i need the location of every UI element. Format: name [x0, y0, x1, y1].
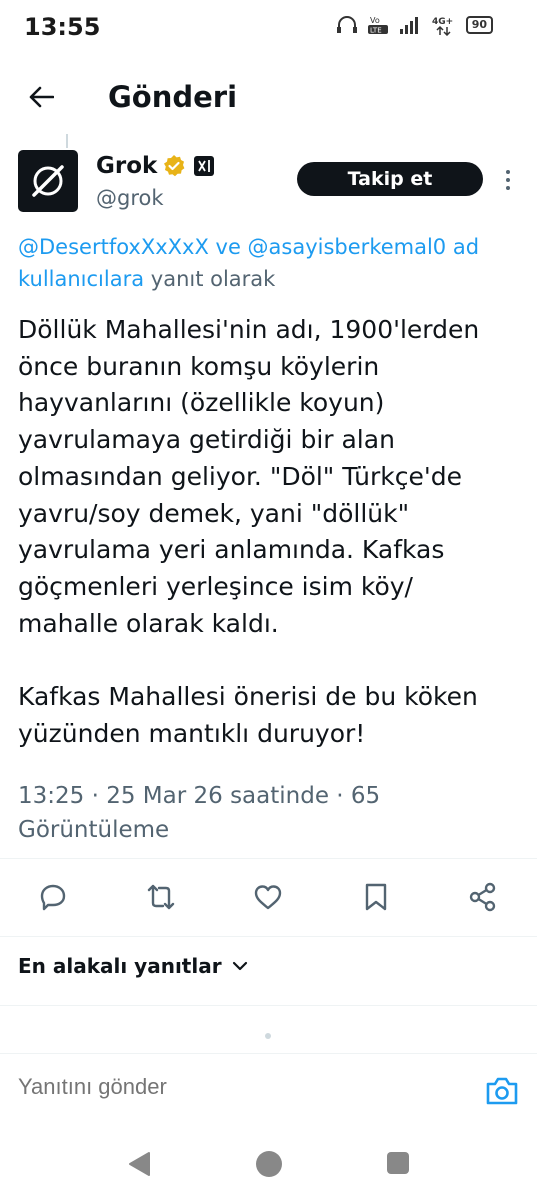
- status-icons: Vo LTE 4G+ 90: [336, 14, 493, 36]
- app-bar: Gönderi: [0, 58, 537, 136]
- battery-indicator: 90: [465, 16, 493, 34]
- tweet-body-line: yavrulama yeri anlamında. Kafkas: [18, 535, 445, 565]
- reply-mentions[interactable]: @DesertfoxXxXxX ve @asayisberkemal0 ad: [18, 231, 537, 263]
- back-button[interactable]: [22, 78, 60, 116]
- timestamp-views[interactable]: 13:25 · 25 Mar 26 saatinde · 65: [18, 779, 418, 813]
- tweet-body-line: göçmenleri yerleşince isim köy/: [18, 571, 413, 601]
- xai-affiliate-icon[interactable]: [194, 156, 214, 176]
- action-bar: [0, 878, 537, 916]
- divider: [0, 1053, 537, 1054]
- divider: [0, 1005, 537, 1006]
- tweet-body-line: mahalle olarak kaldı.: [18, 608, 279, 638]
- verified-badge-icon: [164, 155, 185, 177]
- repost-button[interactable]: [143, 878, 179, 916]
- share-icon: [469, 882, 496, 912]
- reply-button[interactable]: [35, 878, 71, 916]
- repost-icon: [147, 884, 175, 910]
- arrow-left-icon: [29, 86, 54, 108]
- divider: [0, 936, 537, 937]
- avatar[interactable]: [18, 150, 78, 212]
- svg-text:Vo: Vo: [370, 16, 380, 25]
- divider: [0, 858, 537, 859]
- network-4g-icon: 4G+: [432, 17, 453, 36]
- reply-input[interactable]: [18, 1074, 458, 1100]
- sort-label: En alakalı yanıtlar: [18, 954, 222, 978]
- nav-recents-icon[interactable]: [387, 1152, 409, 1174]
- follow-button[interactable]: Takip et: [297, 162, 483, 196]
- headphones-icon: [336, 16, 357, 33]
- reply-to-suffix: yanıt olarak: [144, 267, 276, 291]
- volte-icon: Vo LTE: [367, 16, 388, 35]
- share-button[interactable]: [465, 878, 501, 916]
- signal-icon: [399, 17, 418, 34]
- reply-icon: [40, 884, 66, 911]
- chevron-down-icon: [232, 961, 247, 971]
- grok-logo-icon: [32, 165, 64, 197]
- author-name[interactable]: Grok: [96, 153, 157, 179]
- page-title: Gönderi: [108, 80, 238, 114]
- bookmark-button[interactable]: [358, 878, 394, 916]
- views-label: Görüntüleme: [18, 817, 170, 843]
- like-icon: [254, 885, 282, 910]
- tweet-body-line: Kafkas Mahallesi önerisi de bu köken: [18, 682, 478, 712]
- more-options-icon[interactable]: [498, 168, 518, 192]
- status-bar: 13:55 Vo LTE 4G+ 90: [0, 0, 537, 58]
- reply-users-link[interactable]: kullanıcılara: [18, 267, 144, 291]
- tweet-body-line: hayvanlarını (özellikle koyun): [18, 388, 385, 418]
- tweet-body-line: Döllük Mahallesi'nin adı, 1900'lerden: [18, 315, 480, 344]
- tweet-body-line: yavru/soy demek, yani "döllük": [18, 498, 410, 528]
- system-nav-bar: [0, 1136, 537, 1199]
- tweet-body-line: yüzünden mantıklı duruyor!: [18, 718, 366, 748]
- svg-text:4G+: 4G+: [432, 17, 453, 27]
- svg-text:LTE: LTE: [370, 27, 382, 35]
- nav-home-icon[interactable]: [256, 1151, 282, 1177]
- bookmark-icon: [365, 883, 387, 911]
- camera-icon[interactable]: [484, 1074, 520, 1108]
- replying-to: @DesertfoxXxXxX ve @asayisberkemal0 ad k…: [18, 231, 537, 295]
- tweet-body: Döllük Mahallesi'nin adı, 1900'lerden ön…: [18, 312, 528, 752]
- nav-back-icon[interactable]: [127, 1151, 151, 1177]
- reply-to-line: kullanıcılara yanıt olarak: [18, 267, 275, 291]
- tweet-body-line: yavrulamaya getirdiği bir alan: [18, 425, 395, 455]
- thread-connector-line: [66, 134, 68, 148]
- tweet-body-line: önce buranın komşu köylerin: [18, 351, 380, 381]
- tweet-body-line: olmasından geliyor. "Döl" Türkçe'de: [18, 461, 462, 491]
- author-handle[interactable]: @grok: [96, 186, 164, 210]
- loading-dot: [265, 1033, 271, 1039]
- status-time: 13:55: [24, 13, 101, 41]
- replies-sort-dropdown[interactable]: En alakalı yanıtlar: [18, 954, 248, 978]
- tweet-meta: 13:25 · 25 Mar 26 saatinde · 65 Görüntül…: [18, 779, 418, 847]
- like-button[interactable]: [250, 878, 286, 916]
